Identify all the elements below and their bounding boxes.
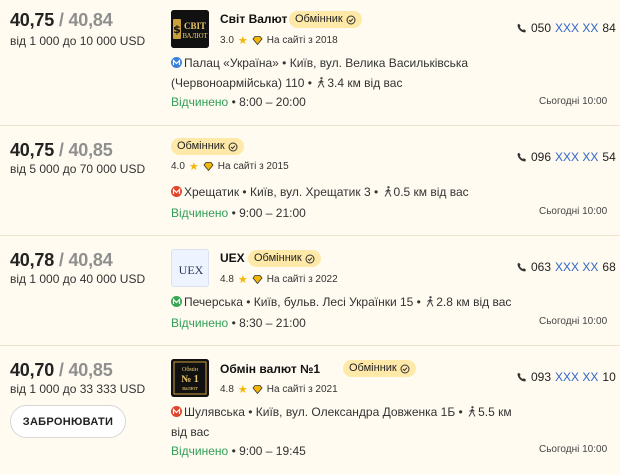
metro-icon [171, 186, 182, 197]
logo-text-2: № 1 [181, 374, 199, 385]
phone-reveal-link[interactable]: XXX XX [555, 150, 598, 164]
phone-icon [517, 23, 526, 33]
phone-reveal-link[interactable]: XXX XX [555, 260, 598, 274]
star-icon: ★ [237, 274, 248, 286]
meta-line: 4.0 ★ На сайті з 2015 [171, 161, 289, 173]
walk-icon [384, 186, 391, 197]
company-name[interactable]: Обмін валют №1 [220, 362, 320, 376]
check-icon [400, 364, 410, 373]
star-icon: ★ [237, 384, 248, 396]
rates: 40,78 / 40,84 [10, 250, 113, 270]
logo-text-1: Обмін [182, 366, 199, 373]
amount-range: від 5 000 до 70 000 USD [10, 162, 146, 176]
phone-icon [517, 152, 526, 162]
phone-icon [517, 372, 526, 382]
phone-number[interactable]: 096 XXX XX 54 [517, 150, 616, 164]
rates: 40,70 / 40,85 [10, 360, 113, 380]
diamond-icon [252, 385, 263, 394]
meta-line: 4.8 ★ На сайті з 2021 [220, 384, 338, 396]
phone-number[interactable]: 093 XXX XX 10 [517, 370, 616, 384]
company-name[interactable]: UEX [220, 251, 245, 265]
updated-time: Сьогодні 10:00 [539, 206, 608, 217]
logo-text-1: СВІТ [184, 21, 206, 31]
phone-icon [517, 262, 526, 272]
phone-number[interactable]: 063 XXX XX 68 [517, 260, 616, 274]
company-name[interactable]: Світ Валют [220, 12, 287, 26]
amount-range: від 1 000 до 40 000 USD [10, 272, 146, 286]
working-hours: Відчинено • 9:00 – 21:00 [171, 206, 306, 220]
exchanger-badge: Обмінник [343, 360, 416, 377]
walk-icon [317, 77, 325, 88]
company-logo: Обмін № 1 валют [171, 359, 209, 397]
diamond-icon [252, 36, 263, 45]
metro-icon [171, 406, 182, 417]
amount-range: від 1 000 до 33 333 USD [10, 382, 146, 396]
check-icon [346, 15, 356, 24]
exchanger-badge: Обмінник [171, 138, 244, 155]
walk-icon [468, 406, 476, 417]
rates: 40,75 / 40,85 [10, 140, 113, 160]
logo-text: UEX [179, 263, 204, 277]
diamond-icon [252, 275, 263, 284]
offer-row[interactable]: 40,75 / 40,85 від 5 000 до 70 000 USD Об… [0, 126, 620, 236]
updated-time: Сьогодні 10:00 [539, 316, 608, 327]
rates: 40,75 / 40,84 [10, 10, 113, 30]
walk-icon [426, 296, 434, 307]
check-icon [305, 254, 315, 263]
metro-icon [171, 296, 182, 307]
address: Хрещатик • Київ, вул. Хрещатик 3 • 0.5 к… [171, 182, 491, 202]
phone-number[interactable]: 050 XXX XX 84 [517, 21, 616, 35]
check-icon [228, 142, 238, 151]
logo-text-3: валют [182, 386, 198, 392]
star-icon: ★ [237, 35, 248, 47]
working-hours: Відчинено • 8:30 – 21:00 [171, 316, 306, 330]
working-hours: Відчинено • 9:00 – 19:45 [171, 444, 306, 458]
meta-line: 3.0 ★ На сайті з 2018 [220, 35, 338, 47]
diamond-icon [203, 162, 214, 171]
svg-text:$: $ [173, 23, 181, 36]
updated-time: Сьогодні 10:00 [539, 96, 608, 107]
updated-time: Сьогодні 10:00 [539, 444, 608, 455]
address: Палац «Україна» • Київ, вул. Велика Васи… [171, 56, 469, 90]
working-hours: Відчинено • 8:00 – 20:00 [171, 95, 306, 109]
offer-row[interactable]: 40,75 / 40,84 від 1 000 до 10 000 USD $ … [0, 0, 620, 126]
offer-row[interactable]: 40,78 / 40,84 від 1 000 до 40 000 USD UE… [0, 236, 620, 346]
company-logo: $ СВІТ ВАЛЮТ [171, 10, 209, 48]
exchanger-badge: Обмінник [289, 11, 362, 28]
address: Печерська • Київ, бульв. Лесі Українки 1… [171, 292, 531, 312]
star-icon: ★ [188, 161, 199, 173]
offer-row[interactable]: 40,70 / 40,85 від 1 000 до 33 333 USD ЗА… [0, 346, 620, 475]
logo-text-2: ВАЛЮТ [182, 32, 208, 40]
amount-range: від 1 000 до 10 000 USD [10, 34, 146, 48]
company-logo: UEX [171, 249, 209, 287]
phone-reveal-link[interactable]: XXX XX [555, 21, 598, 35]
address: Шулявська • Київ, вул. Олександра Довжен… [171, 405, 512, 439]
metro-icon [171, 57, 182, 68]
book-button[interactable]: ЗАБРОНЮВАТИ [10, 405, 126, 438]
phone-reveal-link[interactable]: XXX XX [555, 370, 598, 384]
exchanger-badge: Обмінник [248, 250, 321, 267]
meta-line: 4.8 ★ На сайті з 2022 [220, 274, 338, 286]
